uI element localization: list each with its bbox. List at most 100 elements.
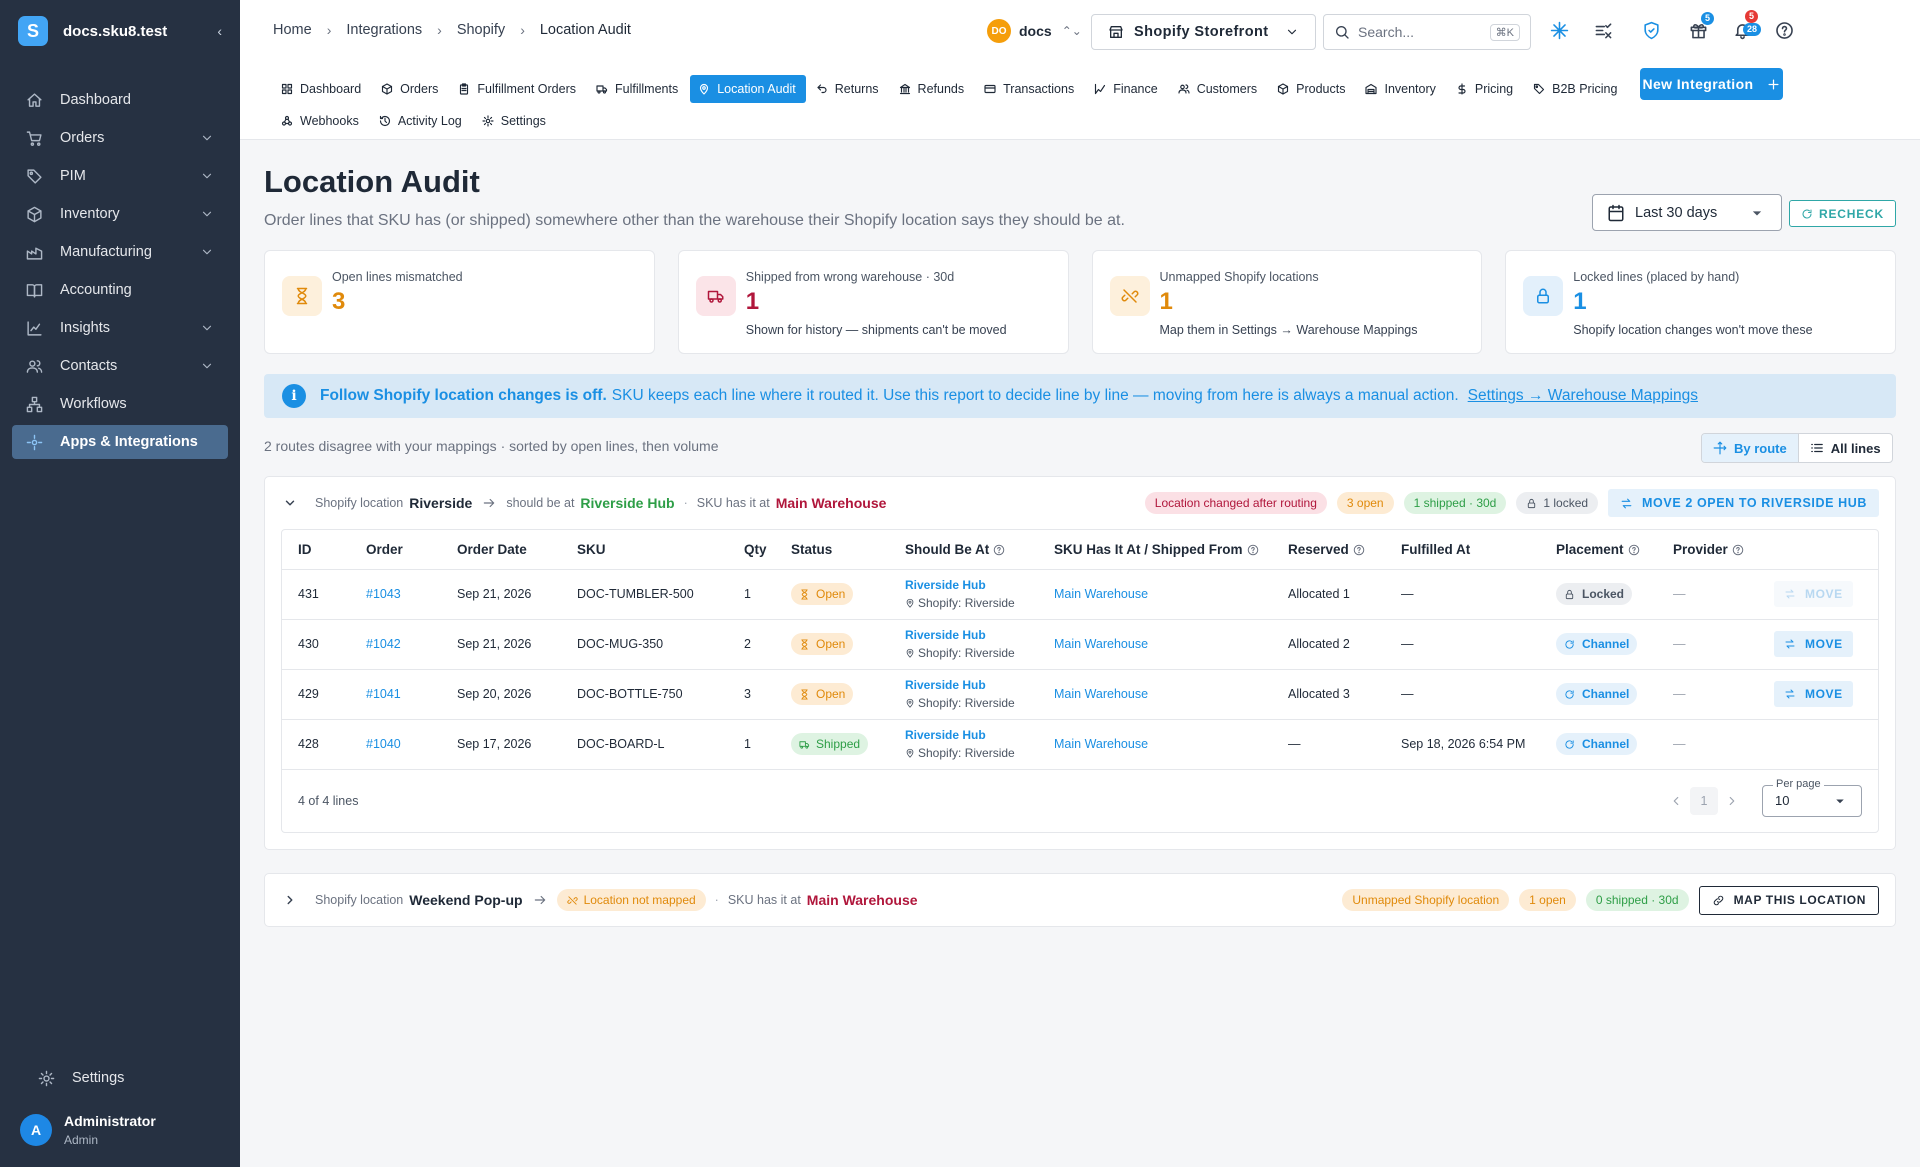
sku-has-warehouse-link[interactable]: Main Warehouse [1054, 587, 1148, 601]
page-number[interactable]: 1 [1690, 786, 1718, 815]
separator-dot: · [683, 496, 688, 510]
sidebar-item-contacts[interactable]: Contacts [12, 349, 228, 383]
location-not-mapped-badge: Location not mapped [556, 889, 706, 911]
tab-inventory[interactable]: Inventory [1357, 75, 1445, 103]
new-integration-button[interactable]: New Integration [1640, 68, 1783, 100]
question-icon[interactable] [1353, 544, 1365, 556]
sidebar-item-orders[interactable]: Orders [12, 121, 228, 155]
users-icon [1178, 83, 1190, 95]
sidebar-item-workflows[interactable]: Workflows [12, 387, 228, 421]
question-icon[interactable] [993, 544, 1005, 556]
gifts-button[interactable]: 5 [1684, 12, 1715, 44]
sidebar-item-manufacturing[interactable]: Manufacturing [12, 235, 228, 269]
chevron-down-icon[interactable] [283, 496, 297, 510]
store-selector[interactable]: Shopify Storefront [1091, 14, 1316, 50]
sku-has-warehouse-link[interactable]: Main Warehouse [1054, 637, 1148, 651]
breadcrumb-integrations[interactable]: Integrations [346, 22, 422, 38]
order-link[interactable]: #1043 [366, 587, 401, 601]
fulfilled-at: Sep 18, 2026 6:54 PM [1401, 737, 1526, 751]
breadcrumb-separator: › [437, 22, 442, 38]
table-cell: Open [775, 569, 889, 620]
placement-label: Channel [1582, 687, 1630, 701]
tab-finance[interactable]: Finance [1086, 75, 1167, 103]
tasks-button[interactable] [1589, 16, 1617, 44]
sku-has-warehouse-link[interactable]: Main Warehouse [1054, 737, 1148, 751]
tab-label: Products [1296, 82, 1346, 96]
tab-returns[interactable]: Returns [808, 75, 889, 103]
breadcrumb-shopify[interactable]: Shopify [457, 22, 505, 38]
view-by-route-button[interactable]: By route [1702, 434, 1799, 462]
tab-transactions[interactable]: Transactions [976, 75, 1084, 103]
prev-page-button[interactable] [1662, 787, 1690, 815]
chevron-right-icon[interactable] [283, 893, 297, 907]
tab-webhooks[interactable]: Webhooks [273, 107, 369, 135]
swap-icon [1784, 688, 1796, 700]
tab-customers[interactable]: Customers [1170, 75, 1267, 103]
move-all-open-label: MOVE 2 OPEN TO RIVERSIDE HUB [1642, 496, 1867, 510]
shopify-location-prefix: Shopify location [315, 496, 404, 510]
help-button[interactable] [1770, 16, 1798, 44]
table-cell: Riverside Hub Shopify: Riverside [889, 719, 1038, 770]
location-not-mapped-label: Location not mapped [583, 893, 696, 907]
order-link[interactable]: #1041 [366, 687, 401, 701]
route-group-header[interactable]: Shopify location Weekend Pop-up Location… [265, 874, 1895, 926]
route-group-header[interactable]: Shopify location Riverside should be at … [265, 477, 1895, 529]
sku-has-warehouse-link[interactable]: Main Warehouse [1054, 687, 1148, 701]
table-cell: Riverside Hub Shopify: Riverside [889, 569, 1038, 620]
date-range-select[interactable]: Last 30 days [1592, 194, 1782, 231]
tab-b2b-pricing[interactable]: B2B Pricing [1525, 75, 1627, 103]
order-link[interactable]: #1042 [366, 637, 401, 651]
move-all-open-button[interactable]: MOVE 2 OPEN TO RIVERSIDE HUB [1608, 489, 1879, 517]
per-page-select[interactable]: Per page 10 [1762, 777, 1862, 817]
tenant-switcher[interactable]: DO docs ⌃⌄ [987, 19, 1082, 43]
sidebar-item-pim[interactable]: PIM [12, 159, 228, 193]
breadcrumb-home[interactable]: Home [273, 22, 312, 38]
tab-fulfillment-orders[interactable]: Fulfillment Orders [450, 75, 586, 103]
view-all-lines-button[interactable]: All lines [1799, 434, 1892, 462]
warehouse-mappings-link[interactable]: Settings → Warehouse Mappings [1468, 387, 1698, 405]
col-id: ID [282, 530, 350, 570]
sidebar-item-apps-integrations[interactable]: Apps & Integrations [12, 425, 228, 459]
store-icon [1108, 24, 1124, 40]
sidebar-item-dashboard[interactable]: Dashboard [12, 83, 228, 117]
should-be-warehouse-link[interactable]: Riverside Hub [905, 578, 1038, 592]
tab-pricing[interactable]: Pricing [1448, 75, 1523, 103]
tab-products[interactable]: Products [1269, 75, 1355, 103]
move-line-button[interactable]: MOVE [1774, 631, 1853, 657]
tab-dashboard[interactable]: Dashboard [273, 75, 371, 103]
card-label: Open lines mismatched [332, 270, 463, 284]
tab-activity-log[interactable]: Activity Log [371, 107, 472, 135]
search-input[interactable] [1358, 24, 1478, 40]
map-this-location-button[interactable]: MAP THIS LOCATION [1698, 885, 1879, 915]
tab-location-audit[interactable]: Location Audit [690, 75, 806, 103]
workspace-title: docs.sku8.test [63, 22, 168, 40]
table-cell: Sep 17, 2026 [441, 719, 561, 770]
tab-orders[interactable]: Orders [373, 75, 448, 103]
order-link[interactable]: #1040 [366, 737, 401, 751]
question-icon[interactable] [1732, 544, 1744, 556]
sidebar-item-accounting[interactable]: Accounting [12, 273, 228, 307]
question-icon[interactable] [1247, 544, 1259, 556]
sidebar-item-settings[interactable]: Settings [24, 1061, 240, 1095]
move-line-button[interactable]: MOVE [1774, 681, 1853, 707]
collapse-sidebar-button[interactable]: ‹ [217, 23, 222, 39]
snowflake-button[interactable] [1545, 16, 1573, 44]
user-menu[interactable]: A Administrator Admin [20, 1113, 156, 1147]
tab-fulfillments[interactable]: Fulfillments [588, 75, 688, 103]
tab-refunds[interactable]: Refunds [891, 75, 975, 103]
lock-icon [1564, 589, 1575, 600]
should-be-warehouse-link[interactable]: Riverside Hub [905, 728, 1038, 742]
question-icon[interactable] [1628, 544, 1640, 556]
table-cell: Channel [1540, 619, 1657, 670]
should-be-warehouse-link[interactable]: Riverside Hub [905, 678, 1038, 692]
notifications-button[interactable]: 5 28 [1728, 10, 1762, 44]
sidebar-item-insights[interactable]: Insights [12, 311, 228, 345]
tab-settings[interactable]: Settings [474, 107, 556, 135]
users-icon [26, 358, 43, 375]
should-be-warehouse-link[interactable]: Riverside Hub [905, 628, 1038, 642]
sidebar-nav: Dashboard Orders PIM Inventory Manufacturing… [0, 83, 240, 459]
security-button[interactable] [1637, 16, 1665, 44]
sidebar-item-inventory[interactable]: Inventory [12, 197, 228, 231]
next-page-button[interactable] [1718, 787, 1746, 815]
recheck-button[interactable]: RECHECK [1789, 200, 1896, 227]
